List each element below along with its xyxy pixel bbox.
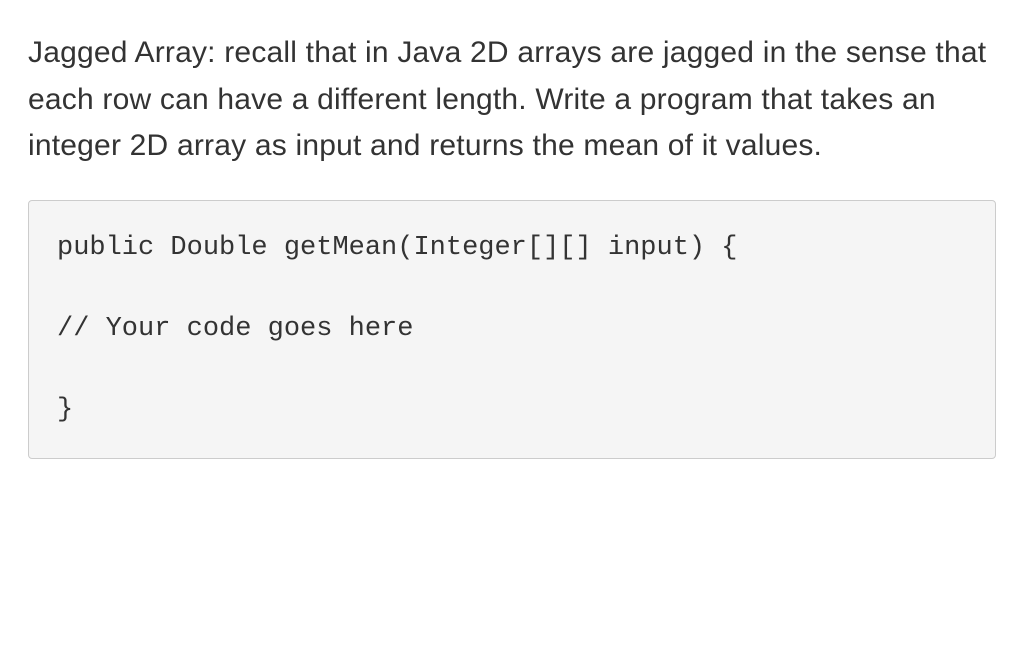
problem-container: Jagged Array: recall that in Java 2D arr… bbox=[0, 0, 1024, 479]
code-blank-line bbox=[57, 347, 967, 393]
code-line-close: } bbox=[57, 393, 967, 428]
problem-statement: Jagged Array: recall that in Java 2D arr… bbox=[28, 30, 996, 170]
code-blank-line bbox=[57, 266, 967, 312]
code-line-signature: public Double getMean(Integer[][] input)… bbox=[57, 231, 967, 266]
code-line-comment: // Your code goes here bbox=[57, 312, 967, 347]
code-block: public Double getMean(Integer[][] input)… bbox=[28, 200, 996, 459]
